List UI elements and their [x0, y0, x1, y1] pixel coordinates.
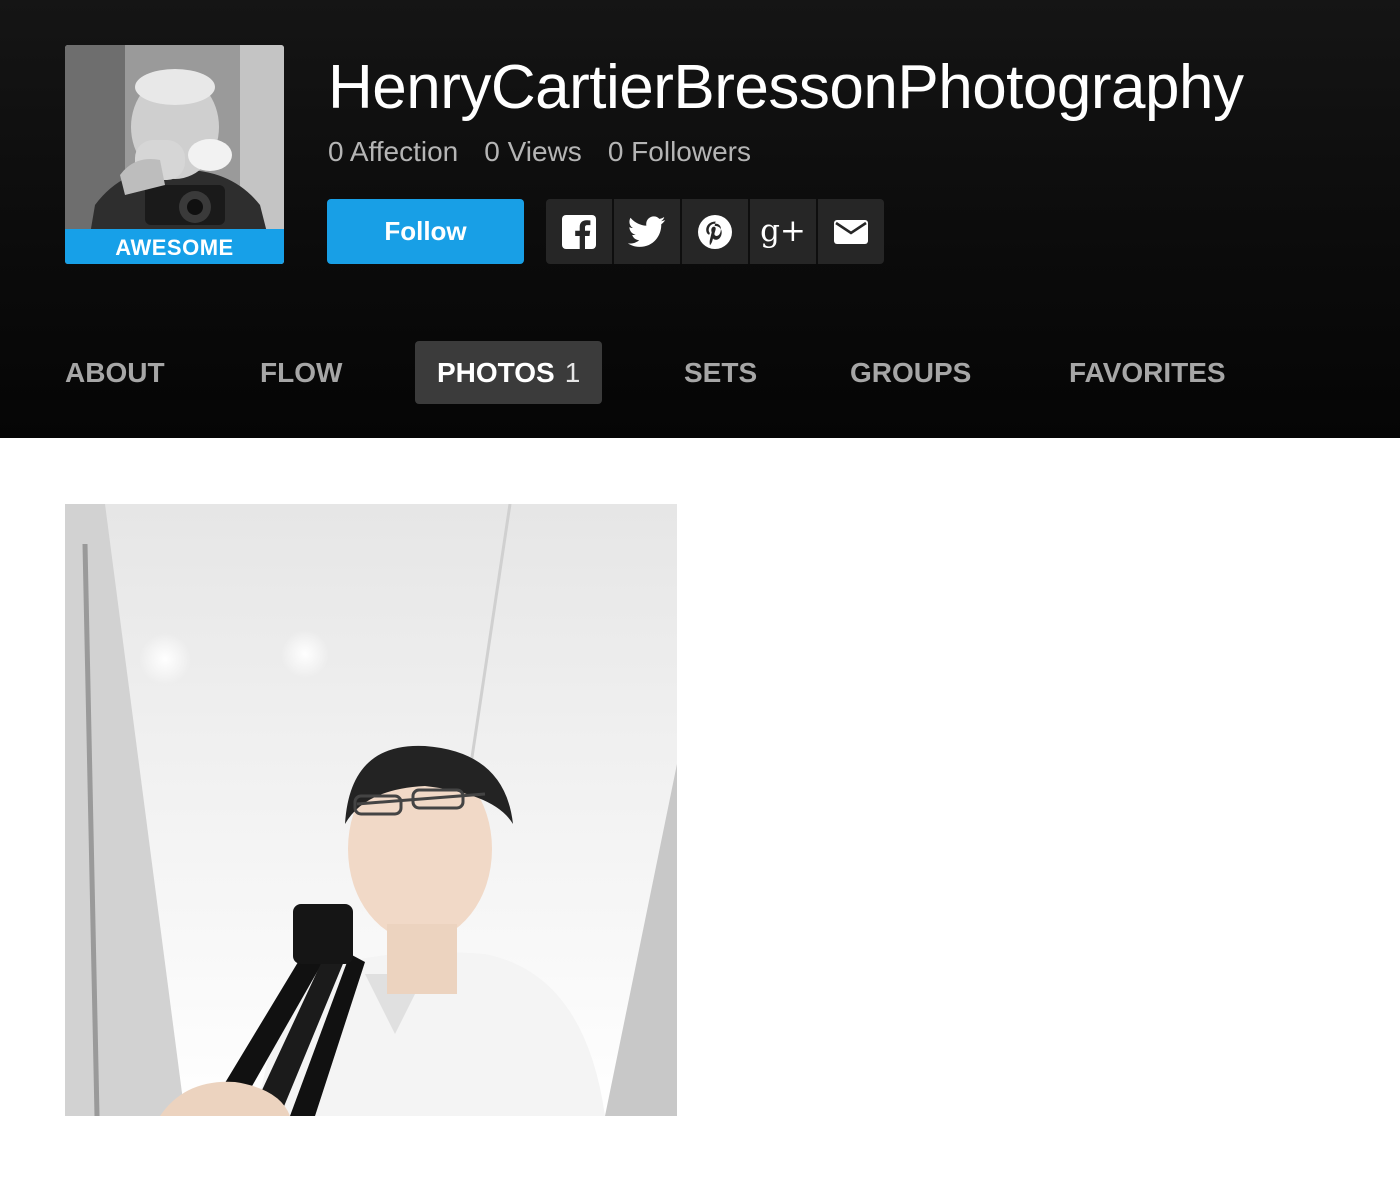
- photo-thumbnail[interactable]: [65, 504, 677, 1116]
- email-share-button[interactable]: [818, 199, 884, 264]
- tab-about[interactable]: ABOUT: [65, 341, 165, 404]
- stat-affection-label: Affection: [349, 136, 459, 167]
- facebook-icon: [562, 214, 596, 249]
- stat-views-value: 0: [484, 136, 500, 167]
- stat-views: 0 Views: [484, 136, 582, 168]
- twitter-icon: [628, 215, 666, 247]
- profile-stats: 0 Affection 0 Views 0 Followers: [328, 136, 777, 168]
- google-plus-icon: g+: [760, 213, 806, 249]
- stat-followers-label: Followers: [631, 136, 751, 167]
- facebook-share-button[interactable]: [546, 199, 614, 264]
- stat-followers: 0 Followers: [608, 136, 751, 168]
- stat-followers-value: 0: [607, 136, 624, 167]
- pinterest-icon: [698, 214, 732, 249]
- email-icon: [834, 219, 868, 244]
- tab-favorites[interactable]: FAVORITES: [1069, 341, 1226, 404]
- photo-image: [65, 504, 677, 1116]
- tab-photos[interactable]: PHOTOS 1: [415, 341, 603, 404]
- awesome-badge: AWESOME: [65, 229, 284, 264]
- google-plus-share-button[interactable]: g+: [750, 199, 818, 264]
- stat-affection-value: 0: [328, 136, 344, 167]
- profile-name: HenryCartierBressonPhotography: [328, 53, 1244, 122]
- profile-header: AWESOME HenryCartierBressonPhotography 0…: [0, 0, 1400, 438]
- tab-photos-label: PHOTOS: [437, 357, 555, 388]
- profile-nav: ABOUT FLOW PHOTOS 1 SETS GROUPS FAVORITES: [0, 341, 1400, 404]
- tab-flow[interactable]: FLOW: [260, 341, 342, 404]
- tab-sets[interactable]: SETS: [684, 341, 757, 404]
- tab-groups[interactable]: GROUPS: [850, 341, 971, 404]
- share-buttons: g+: [546, 199, 884, 264]
- stat-views-label: Views: [507, 136, 582, 167]
- pinterest-share-button[interactable]: [682, 199, 750, 264]
- twitter-share-button[interactable]: [614, 199, 682, 264]
- stat-affection: 0 Affection: [328, 136, 458, 168]
- avatar[interactable]: AWESOME: [65, 45, 284, 264]
- follow-button[interactable]: Follow: [327, 199, 524, 264]
- tab-photos-count: 1: [564, 357, 581, 388]
